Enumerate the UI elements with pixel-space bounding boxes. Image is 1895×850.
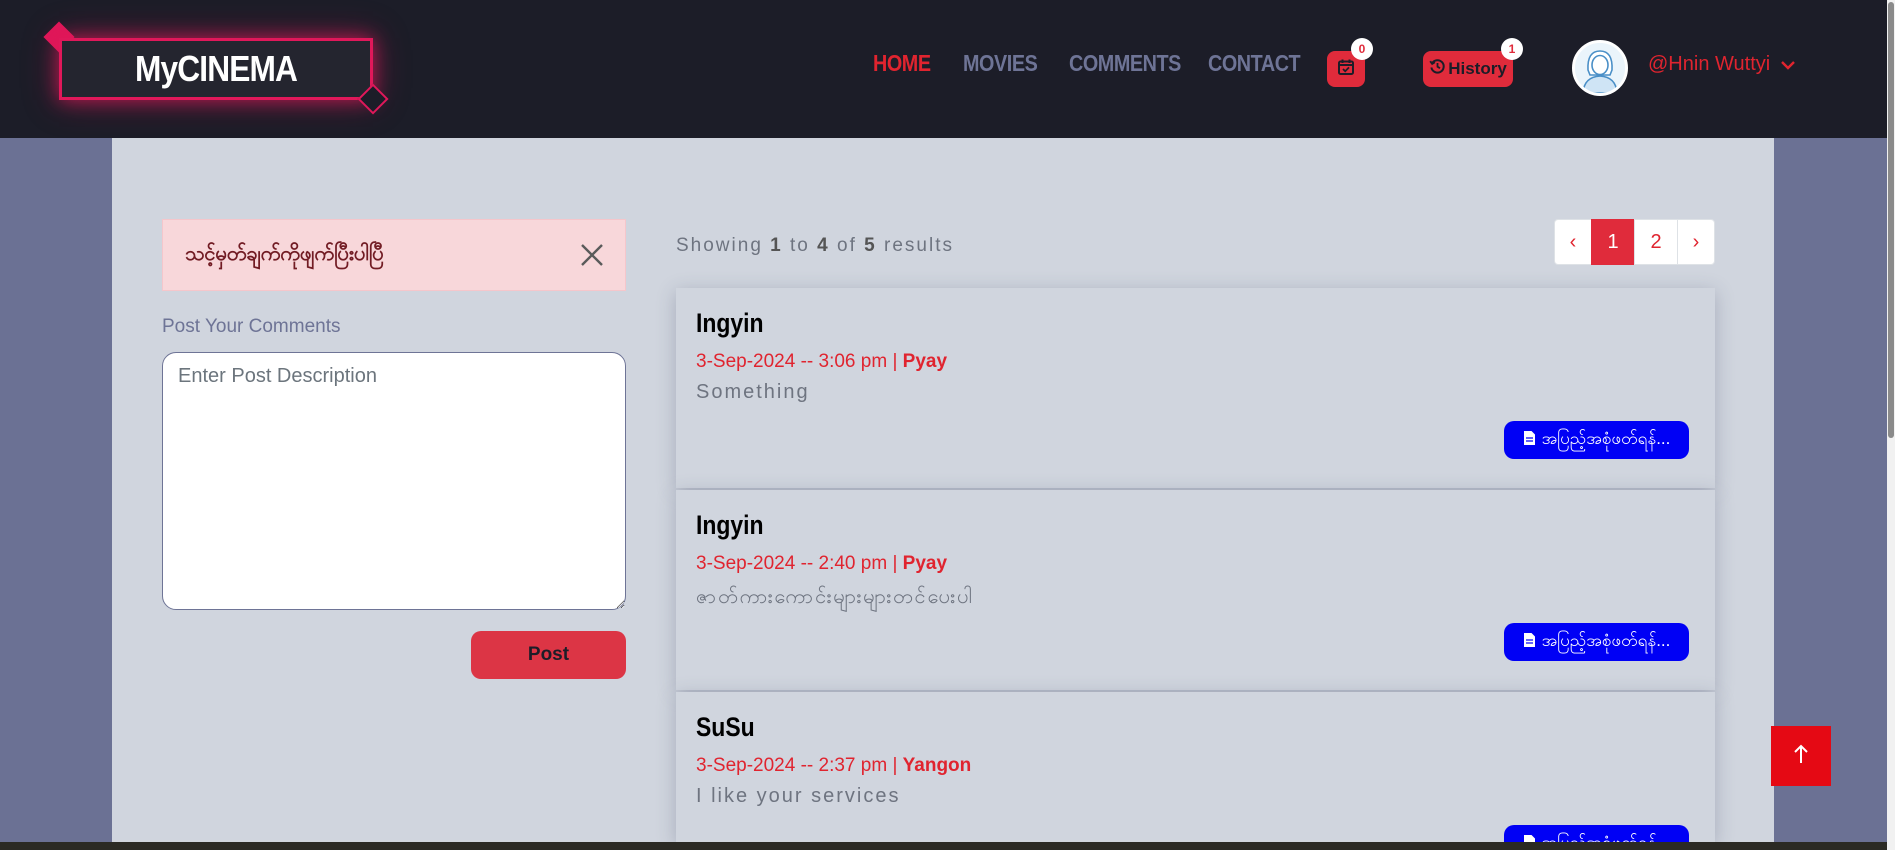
pagination-page-1[interactable]: 1: [1591, 219, 1635, 265]
comment-text: ဇာတ်ကားကောင်းများများတင်ပေးပါ: [696, 586, 974, 608]
site-logo[interactable]: MyCINEMA: [59, 38, 373, 100]
comment-city: Pyay: [902, 351, 948, 372]
comment-author: SuSu: [696, 712, 755, 742]
comment-card: SuSu 3-Sep-2024 -- 2:37 pm | Yangon I li…: [676, 692, 1715, 842]
comment-author: Ingyin: [696, 308, 764, 338]
comment-city: Yangon: [902, 755, 972, 776]
calendar-check-icon: [1337, 58, 1355, 81]
comment-city: Pyay: [902, 553, 948, 574]
read-more-button[interactable]: အပြည့်အစုံဖတ်ရန်...: [1504, 421, 1689, 459]
file-icon: [1523, 834, 1536, 842]
results-summary: Showing 1 to 4 of 5 results: [676, 235, 954, 256]
username-label: @Hnin Wuttyi: [1648, 53, 1771, 75]
pagination-prev[interactable]: ‹: [1554, 219, 1592, 265]
file-icon: [1523, 430, 1536, 451]
history-label: History: [1448, 59, 1507, 78]
read-more-button[interactable]: အပြည့်အစုံဖတ်ရန်...: [1504, 623, 1689, 661]
arrow-up-icon: [1792, 743, 1810, 770]
user-menu[interactable]: @Hnin Wuttyi: [1648, 53, 1796, 76]
comment-meta: 3-Sep-2024 -- 2:40 pm | Pyay: [696, 553, 947, 575]
post-comments-label: Post Your Comments: [162, 316, 341, 337]
comment-date: 3-Sep-2024 -- 2:40 pm |: [696, 553, 898, 574]
comment-card: Ingyin 3-Sep-2024 -- 3:06 pm | Pyay Some…: [676, 288, 1715, 488]
comment-meta: 3-Sep-2024 -- 3:06 pm | Pyay: [696, 351, 947, 373]
comment-date: 3-Sep-2024 -- 2:37 pm |: [696, 755, 898, 776]
logo-text: MyCINEMA: [135, 48, 298, 89]
file-icon: [1523, 632, 1536, 653]
cart-count-badge: 0: [1351, 38, 1373, 60]
chevron-down-icon: [1780, 53, 1796, 76]
booking-cart-button[interactable]: 0: [1327, 38, 1373, 87]
page-bottom-strip: [0, 842, 1887, 850]
close-icon[interactable]: [577, 240, 607, 270]
comment-date: 3-Sep-2024 -- 3:06 pm |: [696, 351, 898, 372]
alert-message: သင့်မှတ်ချက်ကိုဖျက်ပြီးပါပြီ: [185, 243, 384, 265]
nav-movies[interactable]: MOVIES: [963, 50, 1038, 77]
read-more-label: အပြည့်အစုံဖတ်ရန်...: [1541, 428, 1671, 448]
history-icon: [1429, 58, 1446, 80]
nav-contact[interactable]: CONTACT: [1208, 50, 1301, 77]
history-count-badge: 1: [1501, 38, 1523, 60]
delete-success-alert: သင့်မှတ်ချက်ကိုဖျက်ပြီးပါပြီ: [162, 219, 626, 291]
comment-card: Ingyin 3-Sep-2024 -- 2:40 pm | Pyay ဇာတ်…: [676, 490, 1715, 690]
site-header: MyCINEMA HOME MOVIES COMMENTS CONTACT 0: [0, 0, 1887, 138]
read-more-label: အပြည့်အစုံဖတ်ရန်...: [1541, 630, 1671, 650]
nav-home[interactable]: HOME: [873, 50, 931, 77]
comment-text: Something: [696, 381, 810, 403]
comment-textarea[interactable]: [162, 352, 626, 610]
pagination: ‹ 1 2 ›: [1554, 219, 1715, 265]
post-button[interactable]: Post: [471, 631, 626, 679]
comment-meta: 3-Sep-2024 -- 2:37 pm | Yangon: [696, 755, 971, 777]
scroll-to-top-button[interactable]: [1771, 726, 1831, 786]
pagination-page-2[interactable]: 2: [1634, 219, 1678, 265]
history-button[interactable]: History 1: [1423, 38, 1523, 87]
comment-author: Ingyin: [696, 510, 764, 540]
read-more-button[interactable]: အပြည့်အစုံဖတ်ရန်...: [1504, 825, 1689, 842]
scrollbar-thumb[interactable]: [1888, 2, 1894, 438]
nav-comments[interactable]: COMMENTS: [1069, 50, 1181, 77]
read-more-label: အပြည့်အစုံဖတ်ရန်...: [1541, 832, 1671, 843]
user-avatar[interactable]: [1572, 40, 1628, 96]
pagination-next[interactable]: ›: [1677, 219, 1715, 265]
comment-text: I like your services: [696, 785, 901, 807]
